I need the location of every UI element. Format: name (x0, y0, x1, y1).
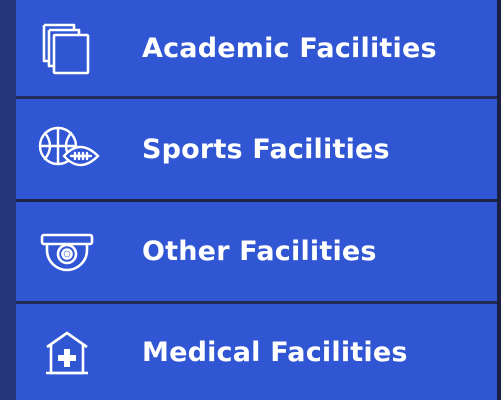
facilities-menu: Academic Facilities Sports Facilities Ot… (16, 0, 497, 400)
right-edge-strip (497, 0, 501, 400)
menu-item-academic-facilities[interactable]: Academic Facilities (16, 0, 497, 96)
facilities-panel: Academic Facilities Sports Facilities Ot… (0, 0, 501, 400)
sports-balls-icon (38, 120, 100, 178)
security-camera-icon (38, 223, 96, 281)
menu-item-label: Academic Facilities (142, 32, 437, 64)
menu-item-label: Medical Facilities (142, 336, 408, 368)
stacked-pages-icon (38, 19, 96, 77)
hospital-icon (38, 323, 96, 381)
menu-item-other-facilities[interactable]: Other Facilities (16, 202, 497, 301)
menu-item-medical-facilities[interactable]: Medical Facilities (16, 304, 497, 400)
menu-item-label: Sports Facilities (142, 133, 390, 165)
left-edge-strip (0, 0, 16, 400)
menu-item-label: Other Facilities (142, 236, 377, 267)
menu-item-sports-facilities[interactable]: Sports Facilities (16, 99, 497, 199)
